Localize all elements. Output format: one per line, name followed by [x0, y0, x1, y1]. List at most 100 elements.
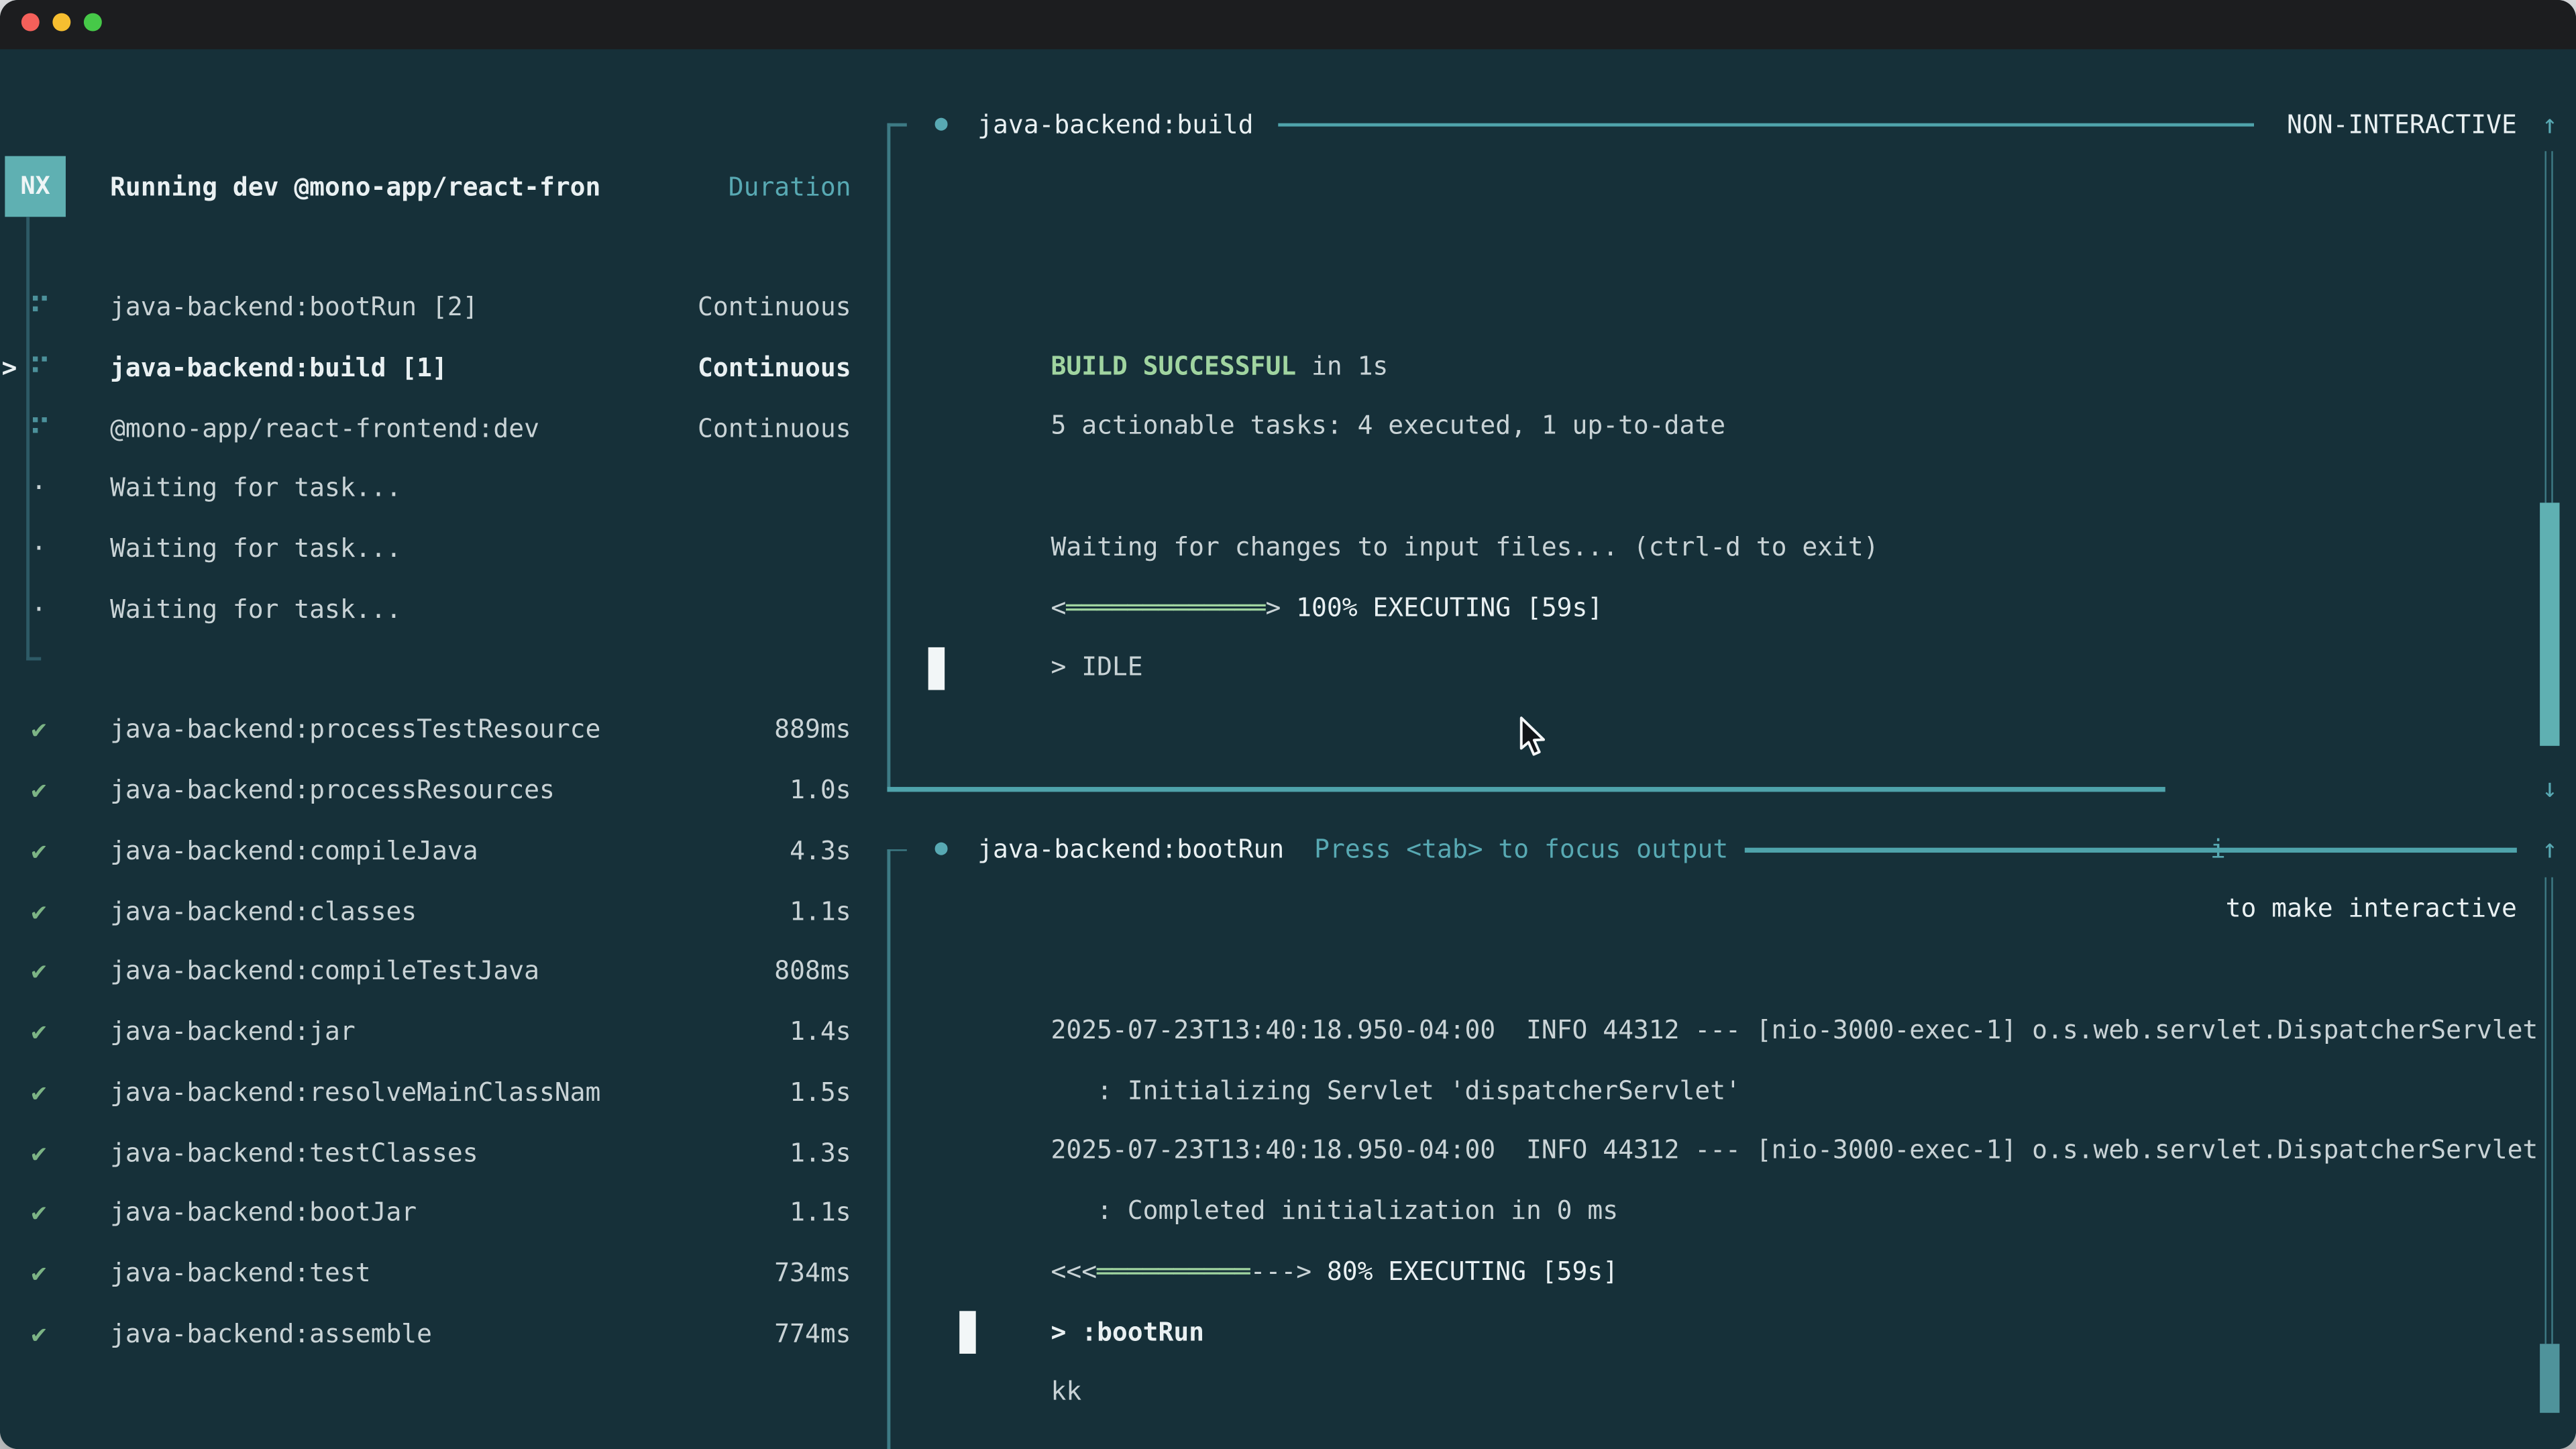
terminal-window: NX Running dev @mono-app/react-fron Dura…	[0, 0, 2576, 1449]
task-label: java-backend:jar	[110, 1002, 356, 1063]
task-row-completed[interactable]: ✔ java-backend:resolveMainClassNam 1.5s	[0, 1063, 871, 1123]
check-icon: ✔	[32, 1123, 47, 1183]
non-interactive-badge: NON-INTERACTIVE	[2287, 95, 2517, 155]
task-row-completed[interactable]: ✔ java-backend:testClasses 1.3s	[0, 1123, 871, 1183]
terminal-cursor	[959, 1311, 975, 1354]
minimize-window-icon[interactable]	[52, 12, 70, 30]
sidebar-footer: ← 1/2 → quit: q help: ?	[0, 1425, 871, 1449]
bootrun-panel: ● java-backend:bootRun Press <tab> to fo…	[928, 819, 2517, 1362]
scroll-up-icon[interactable]: ↑	[2536, 103, 2563, 146]
scrollbar-thumb[interactable]	[2540, 1344, 2559, 1413]
task-row-waiting: · Waiting for task...	[0, 519, 871, 580]
bootrun-prompt-line: > :bootRun	[928, 1242, 2517, 1302]
bootrun-panel-left-border	[887, 849, 890, 1449]
waiting-label: Waiting for task...	[110, 519, 401, 580]
check-icon: ✔	[32, 821, 47, 881]
task-label: java-backend:classes	[110, 881, 417, 942]
build-summary-line: 5 actionable tasks: 4 executed, 1 up-to-…	[928, 336, 2517, 396]
scroll-down-icon[interactable]: ↓	[2536, 767, 2563, 810]
task-duration: 889ms	[774, 700, 851, 761]
bootrun-progress-line: <<<══════════--->80% EXECUTING [59s]	[928, 1181, 2517, 1242]
terminal-content: NX Running dev @mono-app/react-fron Dura…	[0, 49, 2576, 1449]
log-line: 2025-07-23T13:40:18.950-04:00 INFO 44312…	[928, 940, 2517, 1000]
pagination: ← 1/2 →	[13, 1425, 228, 1449]
task-status: Continuous	[698, 398, 851, 459]
task-label: java-backend:bootRun [2]	[110, 278, 478, 338]
maximize-window-icon[interactable]	[83, 12, 101, 30]
task-row-build-selected[interactable]: > java-backend:build [1] Continuous	[0, 338, 871, 398]
log-line: : Initializing Servlet 'dispatcherServle…	[928, 1000, 2517, 1061]
check-icon: ✔	[32, 761, 47, 821]
sidebar-header: Running dev @mono-app/react-fron Duratio…	[0, 157, 871, 217]
bullet-icon: ·	[32, 580, 47, 640]
task-label: java-backend:test	[110, 1244, 371, 1304]
task-row-bootrun[interactable]: java-backend:bootRun [2] Continuous	[0, 278, 871, 338]
task-label: java-backend:compileTestJava	[110, 942, 539, 1002]
task-row-frontend-dev[interactable]: @mono-app/react-frontend:dev Continuous	[0, 398, 871, 459]
build-progress-line: <═════════════>100% EXECUTING [59s]	[928, 517, 2517, 578]
scrollbar-thumb[interactable]	[2540, 502, 2559, 745]
task-label: java-backend:processResources	[110, 761, 555, 821]
close-window-icon[interactable]	[21, 12, 39, 30]
check-icon: ✔	[32, 1002, 47, 1063]
task-status: Continuous	[698, 278, 851, 338]
task-duration: 1.5s	[790, 1063, 851, 1123]
bullet-icon: ·	[32, 459, 47, 519]
sidebar-title: Running dev @mono-app/react-fron	[110, 157, 600, 217]
build-cursor-line	[928, 638, 2517, 698]
task-row-waiting: · Waiting for task...	[0, 580, 871, 640]
terminal-cursor	[928, 647, 944, 690]
screen: NX Running dev @mono-app/react-fron Dura…	[0, 0, 2576, 1449]
task-duration: 1.1s	[790, 1183, 851, 1244]
task-label: java-backend:testClasses	[110, 1123, 478, 1183]
check-icon: ✔	[32, 1244, 47, 1304]
task-row-completed[interactable]: ✔ java-backend:processResources 1.0s	[0, 761, 871, 821]
task-row-completed[interactable]: ✔ java-backend:compileTestJava 808ms	[0, 942, 871, 1002]
task-duration: 1.4s	[790, 1002, 851, 1063]
waiting-label: Waiting for task...	[110, 580, 401, 640]
build-panel: ● java-backend:build NON-INTERACTIVE BUI…	[928, 95, 2517, 819]
task-row-completed[interactable]: ✔ java-backend:test 734ms	[0, 1244, 871, 1304]
typed-input: kk	[1051, 1377, 1082, 1407]
bootrun-panel-header[interactable]: ● java-backend:bootRun Press <tab> to fo…	[928, 819, 2517, 879]
task-list-sidebar: Running dev @mono-app/react-fron Duratio…	[0, 157, 871, 1449]
focus-output-hint[interactable]: Press <tab> to focus output	[1314, 819, 1728, 879]
keyboard-hints: quit: q help: ?	[590, 1425, 851, 1449]
spinner-icon	[33, 356, 38, 361]
task-row-completed[interactable]: ✔ java-backend:compileJava 4.3s	[0, 821, 871, 881]
mouse-cursor	[1518, 716, 1551, 759]
bullet-icon: ·	[32, 519, 47, 580]
window-titlebar[interactable]	[0, 0, 2576, 49]
task-label: java-backend:resolveMainClassNam	[110, 1063, 600, 1123]
build-panel-footer: i to make interactive	[928, 759, 2517, 819]
task-label: java-backend:assemble	[110, 1304, 432, 1364]
task-bullet-icon: ●	[934, 819, 947, 879]
task-label: @mono-app/react-frontend:dev	[110, 398, 539, 459]
task-row-completed[interactable]: ✔ java-backend:jar 1.4s	[0, 1002, 871, 1063]
check-icon: ✔	[32, 1304, 47, 1364]
build-panel-left-border	[887, 123, 890, 790]
log-line: 2025-07-23T13:40:18.950-04:00 INFO 44312…	[928, 1061, 2517, 1121]
spinner-icon	[33, 296, 38, 301]
task-label: java-backend:compileJava	[110, 821, 478, 881]
build-panel-header[interactable]: ● java-backend:build NON-INTERACTIVE	[928, 95, 2517, 155]
build-waiting-line: Waiting for changes to input files... (c…	[928, 457, 2517, 517]
waiting-label: Waiting for task...	[110, 459, 401, 519]
task-label: java-backend:build [1]	[110, 338, 447, 398]
task-row-completed[interactable]: ✔ java-backend:assemble 774ms	[0, 1304, 871, 1364]
build-idle-line: > IDLE	[928, 578, 2517, 638]
bootrun-input-line[interactable]: kk	[928, 1302, 2517, 1362]
build-panel-corner	[887, 123, 906, 126]
log-line: : Completed initialization in 0 ms	[928, 1121, 2517, 1181]
task-row-completed[interactable]: ✔ java-backend:bootJar 1.1s	[0, 1183, 871, 1244]
task-row-completed[interactable]: ✔ java-backend:classes 1.1s	[0, 881, 871, 942]
scroll-up-icon[interactable]: ↑	[2536, 828, 2563, 871]
task-row-completed[interactable]: ✔ java-backend:processTestResource 889ms	[0, 700, 871, 761]
check-icon: ✔	[32, 942, 47, 1002]
scrollbar-track[interactable]	[2544, 877, 2552, 1344]
task-duration: 4.3s	[790, 821, 851, 881]
task-duration: 774ms	[774, 1304, 851, 1364]
scrollbar-track[interactable]	[2544, 151, 2552, 502]
scroll-down-icon[interactable]: ↓	[2536, 1441, 2563, 1449]
task-duration: 1.3s	[790, 1123, 851, 1183]
